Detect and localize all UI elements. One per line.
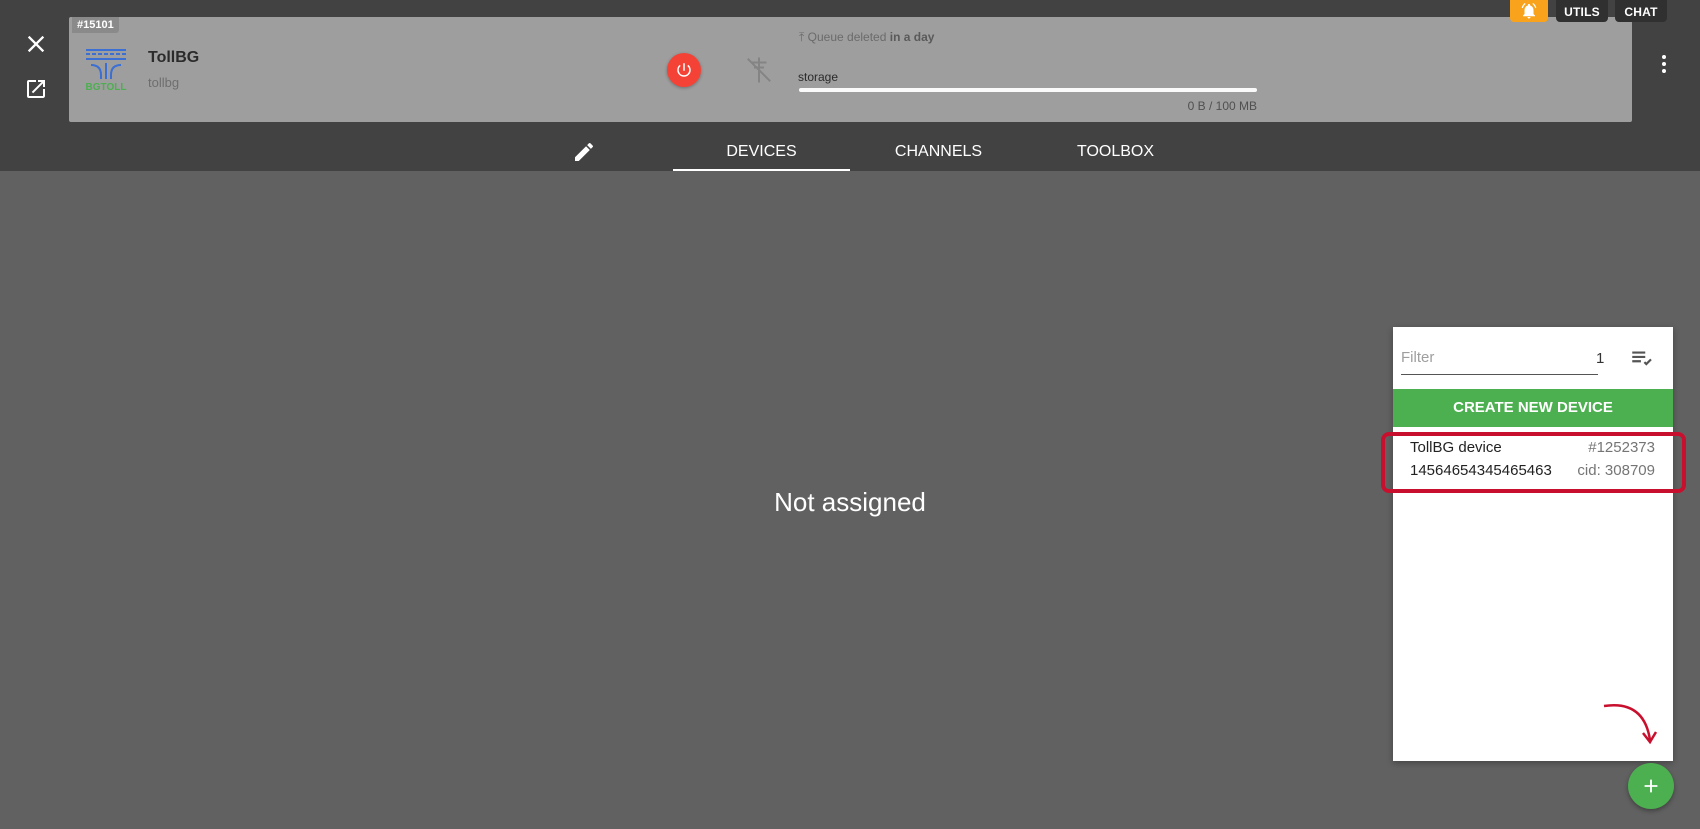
storage-label: storage: [798, 70, 839, 84]
close-icon: [27, 35, 45, 53]
svg-text:BGTOLL: BGTOLL: [86, 82, 127, 93]
filter-input[interactable]: [1401, 341, 1598, 375]
utils-button[interactable]: UTILS: [1556, 0, 1608, 22]
tab-devices[interactable]: DEVICES: [673, 130, 850, 171]
device-count: 1: [1596, 350, 1605, 367]
app-id-badge: #15101: [72, 17, 119, 33]
notifications-button[interactable]: [1510, 0, 1548, 22]
open-external-button[interactable]: [24, 77, 48, 101]
not-assigned-message: Not assigned: [774, 487, 926, 517]
playlist-check-icon: [1632, 351, 1652, 366]
add-device-fab[interactable]: [1628, 763, 1674, 809]
open-in-new-icon: [27, 80, 45, 98]
chat-button[interactable]: CHAT: [1615, 0, 1667, 22]
tab-channels[interactable]: CHANNELS: [850, 130, 1027, 171]
power-button[interactable]: [667, 53, 701, 87]
select-all-button[interactable]: [1629, 345, 1655, 371]
create-new-device-button[interactable]: CREATE NEW DEVICE: [1393, 389, 1673, 427]
device-id: #1252373: [1588, 439, 1655, 456]
queue-status: ⤒ Queue deleted in a day: [799, 30, 935, 44]
devices-panel: 1 CREATE NEW DEVICE TollBG device 145646…: [1393, 327, 1673, 761]
device-list-item[interactable]: TollBG device 14564654345465463 #1252373…: [1393, 431, 1673, 485]
antenna-off-icon: [744, 55, 774, 85]
app-slug: tollbg: [148, 75, 180, 90]
edit-button[interactable]: [572, 140, 596, 164]
power-icon: [677, 63, 691, 77]
app-logo: BGTOLL: [83, 47, 129, 93]
more-menu-button[interactable]: [1652, 52, 1676, 76]
device-cid: cid: 308709: [1577, 462, 1655, 479]
app-card: #15101 BGTOLL TollBG tollbg ⤒ Queue dele…: [69, 17, 1632, 122]
add-icon: [1644, 779, 1658, 793]
storage-progress-bar: [799, 88, 1257, 92]
upload-icon: ⤒: [799, 30, 805, 44]
tab-toolbox[interactable]: TOOLBOX: [1027, 130, 1204, 171]
app-name: TollBG: [148, 49, 200, 66]
device-name: TollBG device: [1410, 439, 1502, 456]
more-vert-icon: [1662, 55, 1666, 73]
storage-size: 0 B / 100 MB: [1187, 99, 1257, 113]
bell-icon: [1521, 3, 1537, 19]
edit-icon: [575, 142, 594, 161]
device-serial: 14564654345465463: [1410, 462, 1552, 479]
close-button[interactable]: [22, 30, 50, 58]
